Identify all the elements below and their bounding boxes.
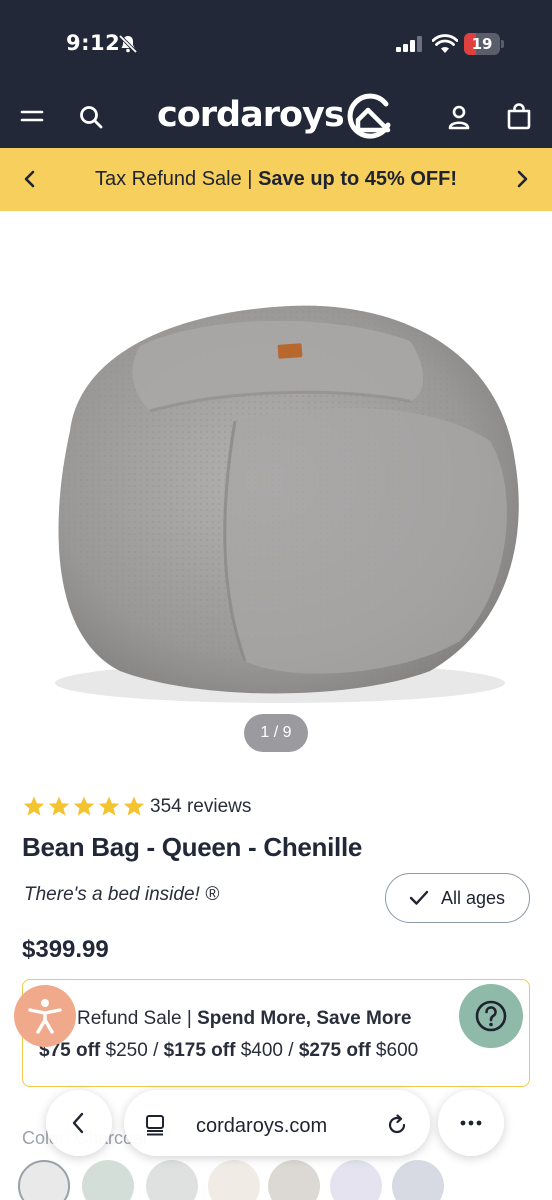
more-button[interactable] bbox=[438, 1090, 504, 1156]
back-icon bbox=[72, 1112, 84, 1134]
reload-icon[interactable] bbox=[386, 1114, 408, 1136]
signal-icon bbox=[396, 36, 422, 52]
tabs-icon[interactable] bbox=[144, 1114, 166, 1136]
accessibility-button[interactable] bbox=[14, 985, 76, 1047]
color-swatch[interactable] bbox=[392, 1160, 444, 1200]
sale-tiers: $75 off $250 / $175 off $400 / $275 off … bbox=[39, 1040, 419, 1061]
site-header: cordaroys bbox=[0, 88, 552, 148]
battery-icon: 19 bbox=[464, 33, 504, 55]
accessibility-icon bbox=[28, 999, 62, 1034]
product-tagline: There's a bed inside! ® bbox=[24, 884, 220, 905]
age-badge-label: All ages bbox=[441, 888, 506, 908]
sale-heading: Refund Sale | Spend More, Save More bbox=[77, 1008, 412, 1029]
bean-bag-image bbox=[55, 305, 519, 703]
star-icon bbox=[23, 796, 45, 816]
image-pager: 1 / 9 bbox=[244, 714, 308, 752]
star-rating[interactable] bbox=[22, 795, 146, 819]
more-icon bbox=[460, 1120, 482, 1126]
status-time: 9:12 bbox=[66, 31, 121, 55]
status-bar: 9:12 19 bbox=[0, 0, 552, 90]
brand-logo[interactable]: cordaroys bbox=[157, 95, 345, 135]
chevron-right-icon[interactable] bbox=[510, 167, 534, 191]
promo-text[interactable]: Tax Refund Sale | Save up to 45% OFF! bbox=[0, 168, 552, 191]
logo-mark-icon[interactable] bbox=[342, 92, 394, 142]
battery-level: 19 bbox=[471, 35, 493, 53]
promo-banner: Tax Refund Sale | Save up to 45% OFF! bbox=[0, 148, 552, 211]
color-swatch[interactable] bbox=[146, 1160, 198, 1200]
url-text[interactable]: cordaroys.com bbox=[196, 1115, 327, 1138]
age-badge: All ages bbox=[385, 873, 530, 923]
menu-icon[interactable] bbox=[20, 104, 44, 128]
product-title: Bean Bag - Queen - Chenille bbox=[22, 832, 363, 862]
star-icon bbox=[123, 796, 145, 816]
help-button[interactable] bbox=[459, 984, 523, 1048]
sale-tiers-box: Refund Sale | Spend More, Save More $75 … bbox=[22, 979, 530, 1087]
bell-muted-icon bbox=[118, 34, 138, 54]
tier-off: $275 off bbox=[298, 1040, 371, 1061]
color-swatch[interactable] bbox=[268, 1160, 320, 1200]
star-icon bbox=[73, 796, 95, 816]
reviews-link[interactable]: 354 reviews bbox=[150, 796, 251, 818]
browser-toolbar: cordaroys.com bbox=[0, 1082, 552, 1162]
account-icon[interactable] bbox=[446, 104, 472, 130]
back-button[interactable] bbox=[46, 1090, 112, 1156]
search-icon[interactable] bbox=[78, 104, 104, 130]
color-swatch[interactable] bbox=[330, 1160, 382, 1200]
star-icon bbox=[98, 796, 120, 816]
address-bar[interactable]: cordaroys.com bbox=[124, 1090, 430, 1156]
color-swatch[interactable] bbox=[18, 1160, 70, 1200]
check-icon bbox=[409, 890, 429, 905]
help-icon bbox=[475, 1000, 507, 1032]
tier-off: $175 off bbox=[163, 1040, 236, 1061]
bag-icon[interactable] bbox=[506, 102, 532, 130]
product-image[interactable] bbox=[0, 211, 552, 771]
color-swatch[interactable] bbox=[208, 1160, 260, 1200]
color-swatch[interactable] bbox=[82, 1160, 134, 1200]
star-icon bbox=[48, 796, 70, 816]
wifi-icon bbox=[432, 34, 458, 53]
product-price: $399.99 bbox=[22, 936, 109, 963]
